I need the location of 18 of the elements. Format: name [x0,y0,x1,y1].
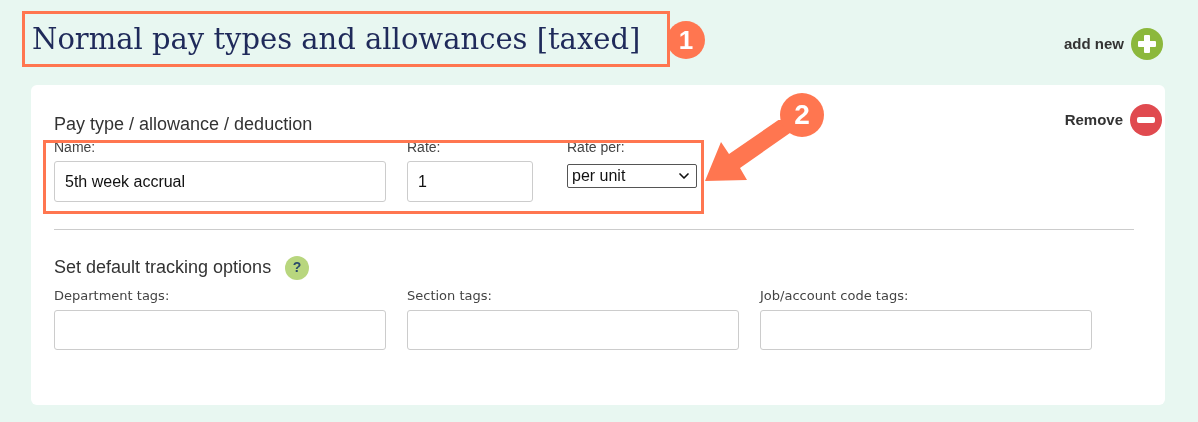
field-label: Job/account code tags: [760,287,910,305]
field-label: Name: [54,138,97,156]
text-field[interactable]: 1 [407,161,533,202]
callout-badge: 1 [667,21,705,59]
field-label: Department tags: [54,287,171,305]
help-icon[interactable]: ? [285,255,310,280]
section-title: Set default tracking options [54,256,272,279]
section-title: Pay type / allowance / deduction [54,113,313,136]
tags-field[interactable] [760,310,1092,350]
field-label: Section tags: [407,287,493,305]
dropdown[interactable]: per unit [567,164,697,188]
plus-icon [1130,27,1164,61]
tags-field[interactable] [407,310,739,350]
text-field[interactable]: 5th week accrual [54,161,386,202]
remove-button[interactable]: Remove [1064,103,1163,137]
page-title: Normal pay types and allowances [taxed] [32,21,641,57]
add-new-button[interactable]: add new [1064,27,1164,61]
tags-field[interactable] [54,310,386,350]
